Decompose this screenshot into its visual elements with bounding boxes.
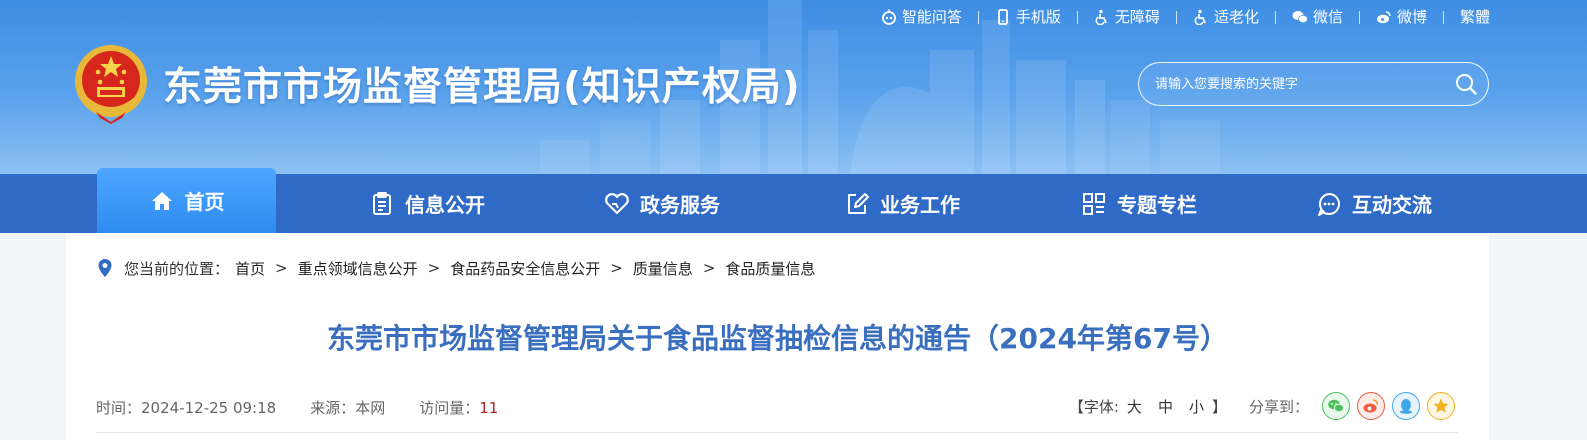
publish-time-label: 时间： [96, 398, 142, 417]
topbar-item-label: 无障碍 [1114, 8, 1160, 26]
grid-icon [1083, 192, 1105, 215]
nav-item-interaction[interactable]: 互动交流 [1304, 174, 1444, 233]
search-box [1138, 62, 1489, 106]
edit-icon [848, 192, 869, 214]
topbar-item-accessibility[interactable]: 无障碍 [1094, 6, 1160, 28]
share-label: 分享到： [1248, 397, 1309, 416]
topbar-item-traditional[interactable]: 繁體 [1460, 6, 1490, 28]
weibo-icon [1363, 399, 1379, 413]
share-qq-button[interactable] [1392, 392, 1420, 420]
nav-item-label: 互动交流 [1352, 193, 1432, 217]
heart-icon [605, 192, 629, 214]
publish-time-value: 2024-12-25 09:18 [141, 398, 277, 417]
weibo-icon [1376, 11, 1391, 24]
font-size-large[interactable]: 大 [1127, 396, 1142, 417]
robot-icon [881, 9, 896, 25]
breadcrumb-item-food-drug[interactable]: 食品药品安全信息公开 [450, 258, 600, 279]
topbar-divider [977, 10, 979, 24]
nav-item-label: 政务服务 [640, 193, 720, 217]
topbar-item-mobile[interactable]: 手机版 [995, 6, 1061, 28]
search-button[interactable] [1444, 62, 1488, 106]
topbar-item-elderly[interactable]: 适老化 [1193, 6, 1259, 28]
breadcrumb-separator: > [427, 259, 441, 277]
nav-item-info-disclosure[interactable]: 信息公开 [357, 174, 497, 233]
topbar-divider [1175, 10, 1177, 24]
topbar-item-label: 手机版 [1015, 8, 1061, 26]
font-size-close: 】 [1211, 397, 1227, 416]
main-nav: 首页 信息公开 政务服务 业务工作 专题专栏 互动交流 [0, 168, 1587, 233]
visit-count: 访问量：11 [419, 397, 498, 418]
nav-item-special-topics[interactable]: 专题专栏 [1069, 174, 1209, 233]
home-icon [151, 191, 172, 210]
publish-time: 时间：2024-12-25 09:18 [96, 397, 276, 418]
topbar-item-label: 适老化 [1213, 8, 1259, 26]
location-pin-icon [98, 259, 112, 277]
clipboard-icon [373, 191, 391, 215]
top-utility-bar: 智能问答 手机版 无障碍 适老化 微信 微博 繁體 [881, 6, 1490, 28]
breadcrumb-item-key-areas[interactable]: 重点领域信息公开 [298, 258, 418, 279]
topbar-item-label: 智能问答 [901, 8, 962, 26]
qq-icon [1400, 399, 1412, 414]
site-title[interactable]: 东莞市市场监督管理局(知识产权局) [163, 60, 801, 116]
article-meta: 时间：2024-12-25 09:18 来源：本网 访问量：11 [96, 396, 532, 418]
topbar-item-label: 繁體 [1459, 8, 1490, 26]
breadcrumb-separator: > [275, 259, 288, 277]
font-size-small[interactable]: 小 [1189, 396, 1204, 417]
article-panel: 您当前的位置： 首页 > 重点领域信息公开 > 食品药品安全信息公开 > 质量信… [66, 233, 1489, 440]
nav-item-label: 专题专栏 [1117, 193, 1197, 217]
topbar-divider [1442, 10, 1444, 24]
nav-item-label: 业务工作 [880, 193, 960, 217]
site-header: 智能问答 手机版 无障碍 适老化 微信 微博 繁體 东莞市市场监督管理局(知识产… [0, 0, 1587, 174]
search-icon [1456, 74, 1477, 95]
font-size-control: 【字体: 大 中 小 】 [1069, 396, 1227, 417]
topbar-item-label: 微信 [1312, 8, 1343, 26]
mobile-icon [998, 9, 1008, 25]
breadcrumb-prefix: 您当前的位置： [124, 259, 230, 278]
topbar-divider [1076, 10, 1078, 24]
chat-icon [1318, 192, 1340, 216]
topbar-item-wechat[interactable]: 微信 [1292, 6, 1343, 28]
source-value: 本网 [355, 398, 386, 417]
breadcrumb-separator: > [702, 259, 716, 277]
breadcrumb: 您当前的位置： 首页 > 重点领域信息公开 > 食品药品安全信息公开 > 质量信… [96, 257, 815, 279]
qzone-star-icon [1433, 398, 1449, 413]
share-weibo-button[interactable] [1357, 392, 1385, 420]
national-emblem-logo[interactable] [72, 42, 150, 124]
source-label: 来源： [310, 398, 356, 417]
share-wechat-button[interactable] [1322, 392, 1350, 420]
breadcrumb-item-home[interactable]: 首页 [235, 258, 265, 279]
breadcrumb-item-food-quality[interactable]: 食品质量信息 [725, 258, 815, 279]
wechat-icon [1292, 11, 1308, 23]
article-source: 来源：本网 [310, 397, 385, 418]
share-qzone-button[interactable] [1427, 392, 1455, 420]
visits-label: 访问量： [419, 398, 480, 417]
nav-item-label: 首页 [184, 190, 225, 214]
search-input[interactable] [1155, 76, 1444, 92]
topbar-item-weibo[interactable]: 微博 [1376, 6, 1427, 28]
wechat-icon [1328, 399, 1345, 413]
nav-item-label: 信息公开 [405, 193, 485, 217]
nav-item-business-work[interactable]: 业务工作 [832, 174, 972, 233]
breadcrumb-item-quality-info[interactable]: 质量信息 [633, 258, 693, 279]
nav-item-home[interactable]: 首页 [97, 168, 276, 233]
topbar-divider [1274, 10, 1276, 24]
breadcrumb-separator: > [610, 259, 623, 277]
article-title: 东莞市市场监督管理局关于食品监督抽检信息的通告（2024年第67号） [327, 322, 1228, 355]
font-size-medium[interactable]: 中 [1158, 396, 1173, 417]
visits-value: 11 [479, 398, 499, 417]
accessibility-icon [1095, 9, 1107, 25]
elderly-icon [1194, 9, 1206, 25]
article-tools: 【字体: 大 中 小 】 分享到： [1069, 391, 1455, 421]
font-size-label: 【字体: [1068, 397, 1119, 416]
nav-item-gov-services[interactable]: 政务服务 [592, 174, 732, 233]
topbar-item-label: 微博 [1396, 8, 1427, 26]
meta-divider [96, 432, 1459, 433]
topbar-divider [1358, 10, 1360, 24]
topbar-item-qa[interactable]: 智能问答 [881, 6, 962, 28]
